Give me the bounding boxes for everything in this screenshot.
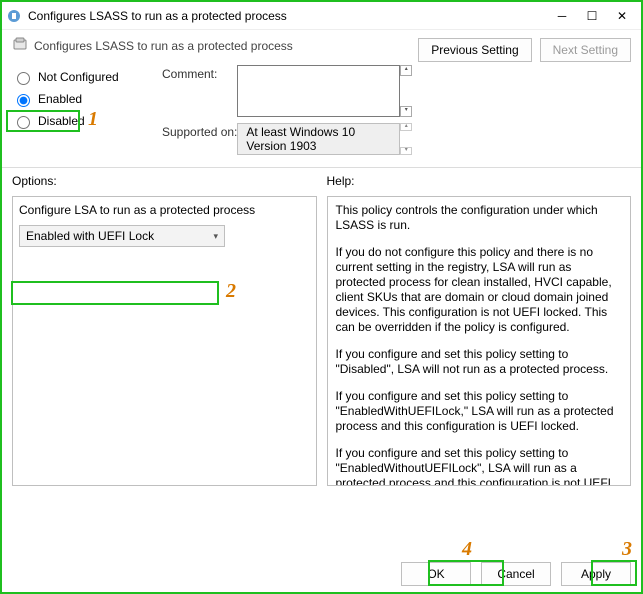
comment-scroll[interactable]: ▴▾ — [400, 65, 412, 117]
radio-disabled-input[interactable] — [17, 116, 30, 129]
previous-setting-button[interactable]: Previous Setting — [418, 38, 531, 62]
radio-not-configured-label: Not Configured — [38, 70, 119, 84]
help-p3: If you configure and set this policy set… — [336, 347, 623, 377]
help-panel[interactable]: This policy controls the configuration u… — [327, 196, 632, 486]
help-p1: This policy controls the configuration u… — [336, 203, 623, 233]
supported-scroll[interactable]: ▴▾ — [400, 123, 412, 155]
header-title-text: Configures LSASS to run as a protected p… — [34, 39, 293, 53]
cancel-button[interactable]: Cancel — [481, 562, 551, 586]
supported-value: At least Windows 10 Version 1903 — [237, 123, 400, 155]
header-title-row: Configures LSASS to run as a protected p… — [12, 36, 412, 55]
options-panel: Configure LSA to run as a protected proc… — [12, 196, 317, 486]
app-icon — [6, 8, 22, 24]
options-description: Configure LSA to run as a protected proc… — [19, 203, 310, 217]
radio-disabled-label: Disabled — [38, 114, 85, 128]
options-col-label: Options: — [12, 174, 317, 188]
comment-label: Comment: — [162, 65, 237, 81]
policy-icon — [12, 36, 28, 55]
radio-not-configured[interactable]: Not Configured — [12, 69, 162, 85]
divider — [2, 167, 641, 168]
radio-disabled[interactable]: Disabled — [12, 113, 162, 129]
next-setting-button: Next Setting — [540, 38, 631, 62]
supported-label: Supported on: — [162, 123, 237, 139]
close-button[interactable]: ✕ — [607, 5, 637, 27]
radio-enabled-label: Enabled — [38, 92, 82, 106]
help-p5: If you configure and set this policy set… — [336, 446, 623, 486]
radio-enabled-input[interactable] — [17, 94, 30, 107]
help-col-label: Help: — [327, 174, 632, 188]
comment-textarea[interactable] — [237, 65, 400, 117]
ok-button[interactable]: OK — [401, 562, 471, 586]
annotation-4: 4 — [462, 538, 472, 561]
help-p4: If you configure and set this policy set… — [336, 389, 623, 434]
header: Configures LSASS to run as a protected p… — [2, 30, 641, 161]
radio-not-configured-input[interactable] — [17, 72, 30, 85]
annotation-3: 3 — [622, 538, 632, 561]
bottom-buttons: OK Cancel Apply — [401, 562, 631, 586]
chevron-down-icon: ▾ — [213, 231, 218, 242]
window-title: Configures LSASS to run as a protected p… — [28, 9, 547, 23]
options-dropdown[interactable]: Enabled with UEFI Lock ▾ — [19, 225, 225, 247]
titlebar: Configures LSASS to run as a protected p… — [2, 2, 641, 30]
maximize-button[interactable]: ☐ — [577, 5, 607, 27]
minimize-button[interactable]: ─ — [547, 5, 577, 27]
radio-enabled[interactable]: Enabled — [12, 91, 162, 107]
apply-button[interactable]: Apply — [561, 562, 631, 586]
options-dropdown-value: Enabled with UEFI Lock — [26, 229, 154, 243]
help-p2: If you do not configure this policy and … — [336, 245, 623, 335]
